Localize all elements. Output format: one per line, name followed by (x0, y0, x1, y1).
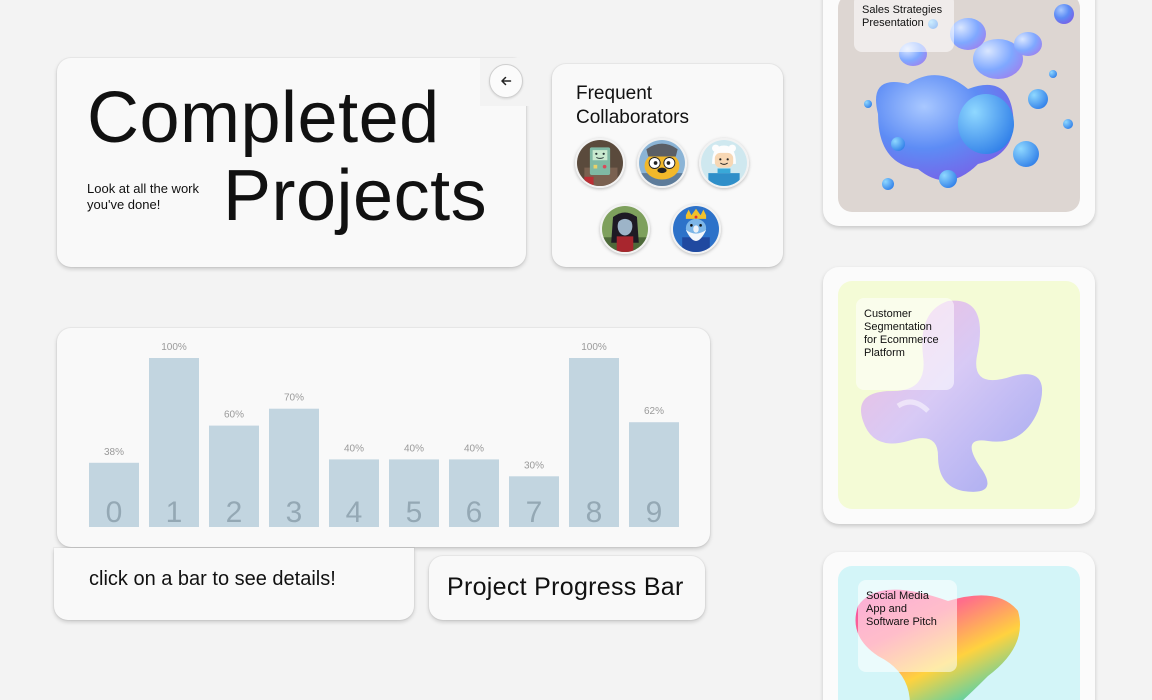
chart-category-label: 8 (586, 496, 603, 529)
chart-hint-card: click on a bar to see details! (54, 548, 414, 620)
chart-category-label: 4 (346, 496, 363, 529)
title-card: Completed Look at all the work you've do… (57, 58, 526, 267)
chart-value-label: 30% (524, 460, 544, 471)
chart-title-card: Project Progress Bar (429, 556, 705, 620)
project-label: Sales Strategies Presentation (854, 0, 954, 52)
chart-value-label: 100% (161, 342, 187, 353)
chart-category-label: 3 (286, 496, 303, 529)
project-card-sales[interactable]: Sales Strategies Presentation (823, 0, 1095, 226)
avatar-jake[interactable] (637, 138, 687, 188)
project-label: Social Media App and Software Pitch (858, 580, 957, 672)
chart-category-label: 2 (226, 496, 243, 529)
avatar-bmo[interactable] (575, 138, 625, 188)
chart-value-label: 62% (644, 406, 664, 417)
collaborators-title: Frequent Collaborators (576, 83, 689, 128)
project-card-segmentation[interactable]: Customer Segmentation for Ecommerce Plat… (823, 267, 1095, 524)
chart-value-label: 60% (224, 410, 244, 421)
avatar-marceline[interactable] (600, 204, 650, 254)
chart-category-label: 0 (106, 496, 123, 529)
chart-category-label: 5 (406, 496, 423, 529)
chart-category-label: 9 (646, 496, 663, 529)
progress-chart-card: 38% 0 100% 1 60% 2 70% 3 40% 4 40% 5 40% 6 30% 7 100% 8 62… (57, 328, 710, 547)
chart-value-label: 100% (581, 342, 607, 353)
avatar-ice-king[interactable] (671, 204, 721, 254)
page-title-line1: Completed (87, 78, 440, 158)
page-title-line2: Projects (223, 156, 488, 236)
chart-category-label: 7 (526, 496, 543, 529)
arrow-left-icon (501, 76, 512, 86)
chart-category-label: 6 (466, 496, 483, 529)
avatar-finn[interactable] (699, 138, 749, 188)
page-subtitle: Look at all the work you've done! (87, 181, 200, 212)
collaborators-card: Frequent Collaborators (552, 64, 783, 267)
progress-chart: 38% 0 100% 1 60% 2 70% 3 40% 4 40% 5 40% 6 30% 7 100% 8 62… (89, 342, 679, 529)
chart-value-label: 40% (344, 443, 364, 454)
chart-title: Project Progress Bar (447, 573, 684, 601)
back-button[interactable] (489, 64, 523, 98)
chart-hint: click on a bar to see details! (89, 568, 336, 590)
chart-value-label: 40% (404, 443, 424, 454)
chart-value-label: 38% (104, 447, 124, 458)
chart-value-label: 40% (464, 443, 484, 454)
chart-value-label: 70% (284, 393, 304, 404)
project-label: Customer Segmentation for Ecommerce Plat… (856, 298, 954, 390)
project-card-social-media[interactable]: Social Media App and Software Pitch (823, 552, 1095, 700)
chart-category-label: 1 (166, 496, 183, 529)
